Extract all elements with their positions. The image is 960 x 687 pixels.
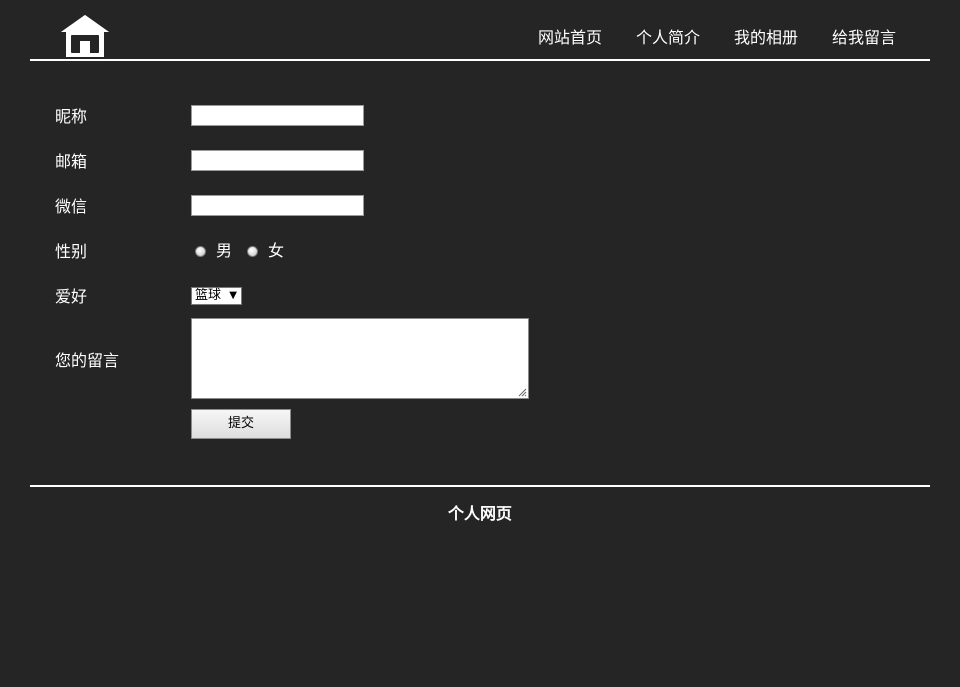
page: 网站首页 个人简介 我的相册 给我留言 昵称 邮箱 微信 性别 男 女 爱好 篮… xyxy=(0,0,960,687)
nav-item-home[interactable]: 网站首页 xyxy=(538,27,602,49)
wechat-input[interactable] xyxy=(191,195,364,216)
email-label: 邮箱 xyxy=(55,152,88,171)
footer-title: 个人网页 xyxy=(447,504,512,523)
wechat-label: 微信 xyxy=(55,197,88,216)
nav-item-profile[interactable]: 个人简介 xyxy=(636,27,700,49)
home-icon[interactable] xyxy=(60,14,110,58)
header-divider xyxy=(30,59,930,61)
resize-grip-icon[interactable] xyxy=(518,388,527,397)
hobby-select-value: 篮球 xyxy=(195,288,222,303)
hobby-label: 爱好 xyxy=(55,287,88,306)
main-nav: 网站首页 个人简介 我的相册 给我留言 xyxy=(538,27,896,49)
email-input[interactable] xyxy=(191,150,364,171)
message-label: 您的留言 xyxy=(55,351,120,370)
nav-item-guestbook[interactable]: 给我留言 xyxy=(832,27,896,49)
gender-male-radio[interactable] xyxy=(195,245,206,257)
footer-divider xyxy=(30,485,930,487)
hobby-select[interactable]: 篮球 ▼ xyxy=(191,287,242,305)
message-textarea[interactable] xyxy=(191,318,529,399)
chevron-down-icon: ▼ xyxy=(229,290,237,301)
gender-male-label: 男 xyxy=(216,241,233,260)
gender-label: 性别 xyxy=(55,242,88,261)
gender-female-label: 女 xyxy=(268,241,285,260)
gender-female-radio[interactable] xyxy=(247,245,259,257)
nav-item-album[interactable]: 我的相册 xyxy=(734,27,798,49)
submit-button[interactable]: 提交 xyxy=(191,409,291,439)
gender-radio-group: 男 女 xyxy=(195,240,299,262)
nickname-label: 昵称 xyxy=(55,107,88,126)
nickname-input[interactable] xyxy=(191,105,364,126)
